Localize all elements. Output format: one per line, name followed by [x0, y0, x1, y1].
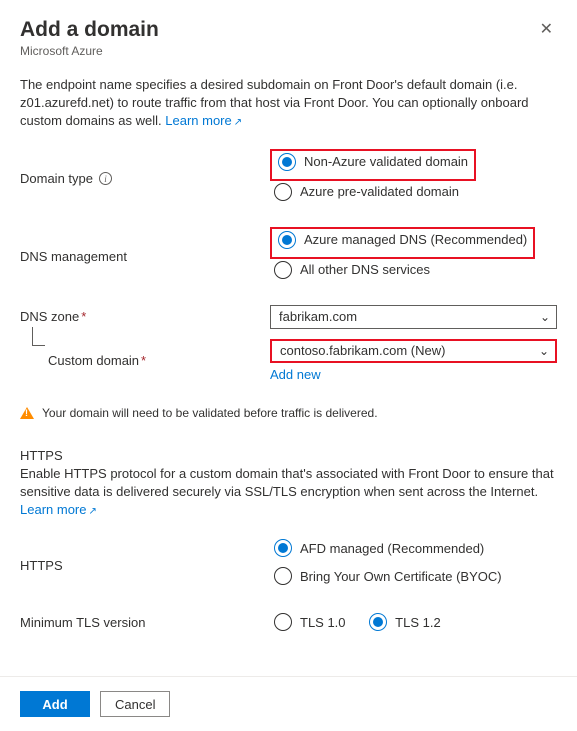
https-label: HTTPS [20, 537, 270, 593]
info-icon[interactable]: i [99, 172, 112, 185]
intro-body: The endpoint name specifies a desired su… [20, 77, 529, 128]
dns-management-label: DNS management [20, 227, 270, 287]
dns-management-label-text: DNS management [20, 249, 127, 264]
https-afd-managed[interactable]: AFD managed (Recommended) [270, 537, 557, 559]
custom-domain-value: contoso.fabrikam.com (New) [280, 343, 445, 358]
radio-label: TLS 1.2 [395, 615, 441, 630]
https-options: AFD managed (Recommended) Bring Your Own… [270, 537, 557, 593]
warning-icon [20, 407, 34, 419]
radio-icon [369, 613, 387, 631]
dns-zone-label: DNS zone* [20, 305, 270, 329]
radio-label: All other DNS services [300, 262, 430, 277]
close-icon[interactable]: ✕ [536, 18, 557, 42]
radio-label: Non-Azure validated domain [304, 154, 468, 169]
radio-icon [274, 567, 292, 585]
dns-zone-label-text: DNS zone [20, 309, 79, 324]
page-title: Add a domain [20, 18, 159, 42]
dns-management-options: Azure managed DNS (Recommended) All othe… [270, 227, 557, 287]
add-button[interactable]: Add [20, 691, 90, 717]
radio-label: AFD managed (Recommended) [300, 541, 484, 556]
dns-zone-select[interactable]: fabrikam.com ⌄ [270, 305, 557, 329]
custom-domain-select[interactable]: contoso.fabrikam.com (New) ⌄ [270, 339, 557, 363]
radio-icon [274, 183, 292, 201]
radio-icon [278, 231, 296, 249]
radio-icon [278, 153, 296, 171]
https-desc-text: Enable HTTPS protocol for a custom domai… [20, 466, 554, 499]
radio-icon [274, 613, 292, 631]
required-star: * [81, 309, 86, 324]
domain-type-options: Non-Azure validated domain Azure pre-val… [270, 149, 557, 209]
domain-type-non-azure[interactable]: Non-Azure validated domain [274, 151, 472, 173]
https-label-text: HTTPS [20, 558, 63, 573]
chevron-down-icon: ⌄ [540, 310, 550, 324]
min-tls-label-text: Minimum TLS version [20, 615, 145, 630]
add-new-link[interactable]: Add new [270, 367, 321, 382]
required-star: * [141, 353, 146, 368]
footer-actions: Add Cancel [0, 676, 577, 731]
validation-warning: Your domain will need to be validated be… [20, 406, 557, 420]
https-heading: HTTPS [20, 448, 557, 463]
learn-more-label: Learn more [165, 113, 231, 128]
custom-domain-label: Custom domain* [20, 339, 270, 382]
https-learn-more-link[interactable]: Learn more↗ [20, 502, 97, 517]
custom-domain-label-text: Custom domain [48, 353, 139, 368]
intro-text: The endpoint name specifies a desired su… [20, 76, 557, 131]
highlight-domain-type: Non-Azure validated domain [270, 149, 476, 181]
radio-label: Azure managed DNS (Recommended) [304, 232, 527, 247]
dns-zone-value: fabrikam.com [279, 309, 357, 324]
tls-options: TLS 1.0 TLS 1.2 [270, 611, 557, 634]
radio-label: Bring Your Own Certificate (BYOC) [300, 569, 502, 584]
https-byoc[interactable]: Bring Your Own Certificate (BYOC) [270, 565, 557, 587]
radio-label: TLS 1.0 [300, 615, 346, 630]
dns-mgmt-azure-managed[interactable]: Azure managed DNS (Recommended) [274, 229, 531, 251]
warning-text: Your domain will need to be validated be… [42, 406, 378, 420]
cancel-button[interactable]: Cancel [100, 691, 170, 717]
radio-label: Azure pre-validated domain [300, 184, 459, 199]
learn-more-label: Learn more [20, 502, 86, 517]
highlight-dns-mgmt: Azure managed DNS (Recommended) [270, 227, 535, 259]
min-tls-label: Minimum TLS version [20, 611, 270, 634]
dns-mgmt-other[interactable]: All other DNS services [270, 259, 557, 281]
chevron-down-icon: ⌄ [539, 344, 549, 358]
radio-icon [274, 539, 292, 557]
tls-1-0[interactable]: TLS 1.0 [270, 611, 350, 633]
external-link-icon: ↗ [88, 506, 96, 517]
domain-type-label: Domain type i [20, 149, 270, 209]
intro-learn-more-link[interactable]: Learn more↗ [165, 113, 242, 128]
domain-type-label-text: Domain type [20, 171, 93, 186]
domain-type-azure-pre[interactable]: Azure pre-validated domain [270, 181, 557, 203]
page-subtitle: Microsoft Azure [20, 44, 159, 58]
external-link-icon: ↗ [234, 117, 242, 128]
https-description: Enable HTTPS protocol for a custom domai… [20, 465, 557, 520]
tls-1-2[interactable]: TLS 1.2 [365, 611, 445, 633]
radio-icon [274, 261, 292, 279]
